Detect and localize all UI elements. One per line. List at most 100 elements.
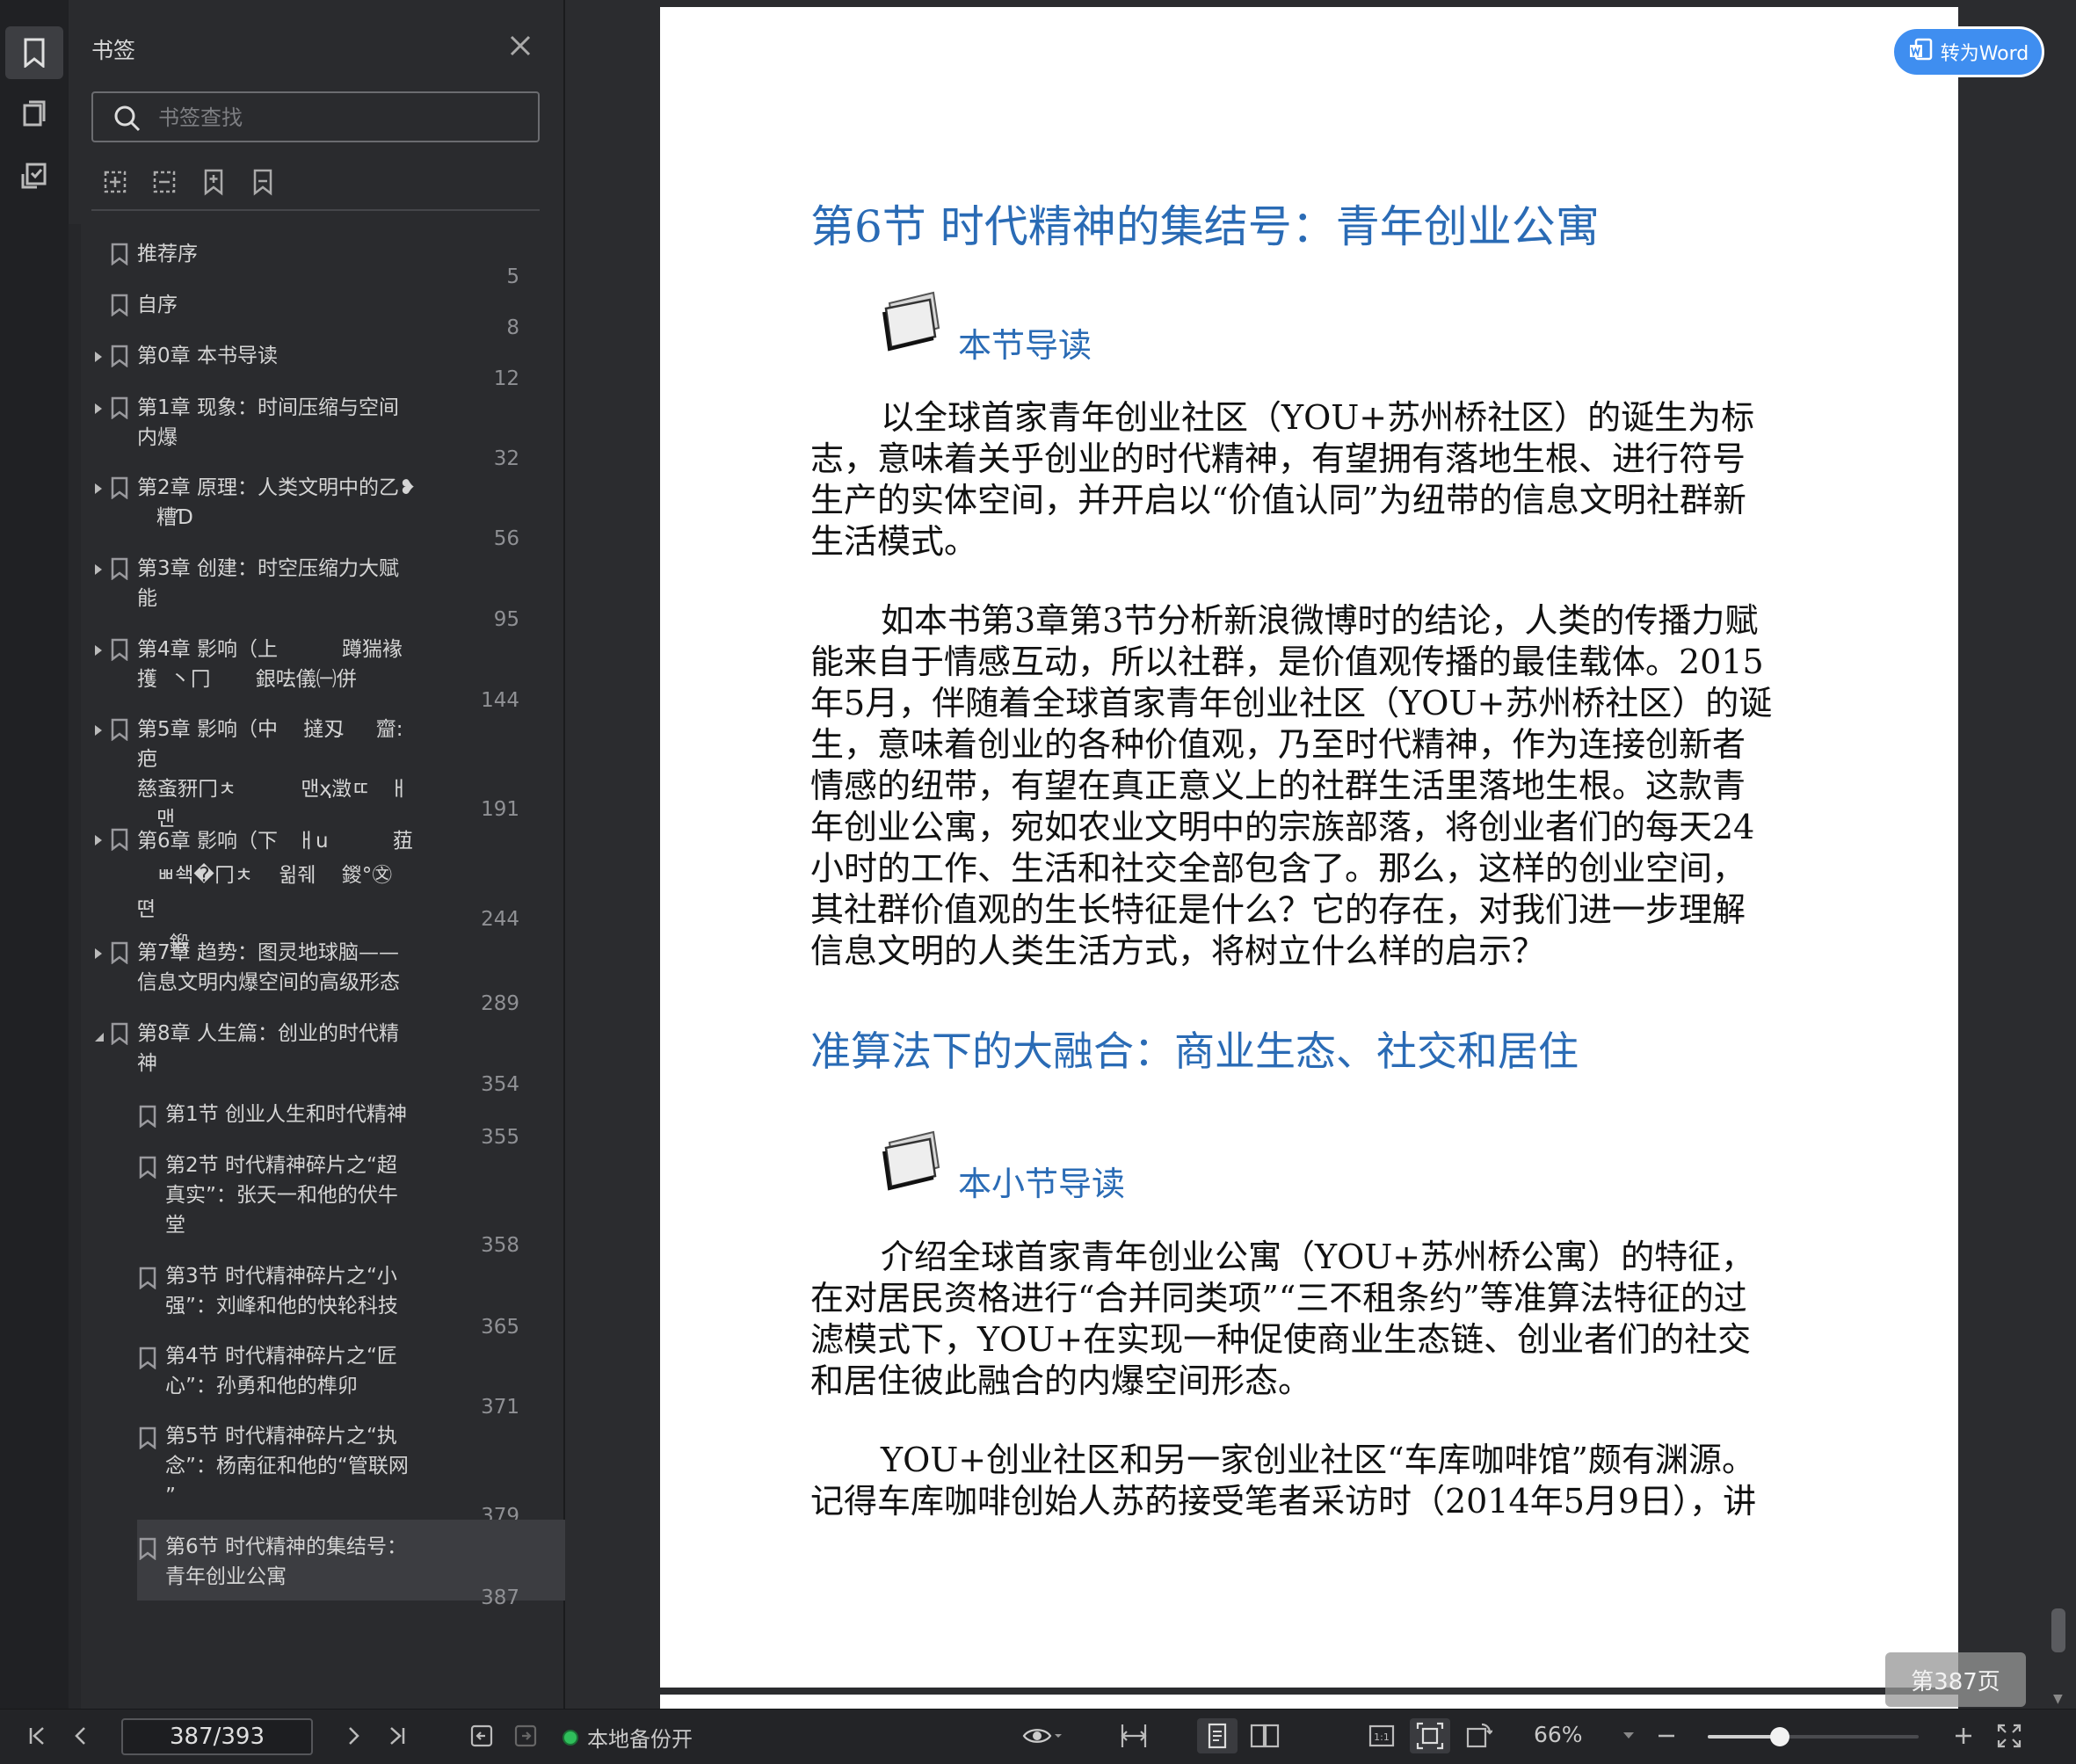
zoom-slider-handle[interactable] [1769, 1727, 1789, 1746]
bookmark-page: 244 [481, 908, 519, 931]
fullscreen-icon[interactable] [1990, 1718, 2029, 1753]
left-icon-rail [0, 0, 69, 1709]
actual-size-icon[interactable]: 1:1 [1362, 1718, 1401, 1753]
zoom-dropdown-icon[interactable] [1615, 1718, 1642, 1753]
bookmark-panel-icon[interactable] [5, 26, 63, 79]
bookmark-flag-icon [111, 828, 128, 852]
single-page-icon[interactable] [1197, 1718, 1238, 1753]
bookmark-icon[interactable] [248, 167, 279, 199]
expand-arrow-icon[interactable] [91, 350, 105, 364]
bookmark-flag-icon [111, 941, 128, 965]
bookmark-page: 56 [493, 527, 519, 550]
last-page-icon[interactable] [380, 1718, 415, 1753]
bookmark-flag-icon [139, 1156, 156, 1180]
bookmark-label: 第4节 时代精神碎片之“匠 心”：孙勇和他的榫卯 [165, 1345, 397, 1397]
expand-all-icon[interactable] [100, 167, 132, 199]
expand-arrow-icon[interactable] [91, 723, 105, 737]
text-line: 能来自于情感互动，所以社群，是价值观传播的最佳载体。2015 [810, 642, 1764, 681]
expand-arrow-icon[interactable] [91, 833, 105, 847]
panel-scrollbar[interactable] [69, 224, 81, 1710]
paragraph-1: 以全球首家青年创业社区（YOU+苏州桥社区）的诞生为标 志，意味着关乎创业的时代… [810, 397, 1821, 563]
collapse-all-icon[interactable] [149, 167, 181, 199]
text-line: 生产的实体空间，并开启以“价值认同”为纽带的信息文明社群新 [810, 481, 1746, 519]
bookmark-flag-icon [111, 243, 128, 266]
rotate-icon[interactable] [1459, 1718, 1498, 1753]
local-backup-status[interactable]: 本地备份开 [563, 1722, 693, 1753]
bookmark-page: 371 [481, 1396, 519, 1419]
next-page-icon[interactable] [336, 1718, 371, 1753]
text-line: 滤模式下，YOU+在实现一种促使商业生态链、创业者们的社交 [810, 1320, 1752, 1359]
eye-protection-icon[interactable] [1015, 1718, 1068, 1753]
fit-page-icon[interactable] [1410, 1718, 1450, 1753]
bookmark-page: 8 [506, 316, 519, 339]
double-page-icon[interactable] [1245, 1718, 1285, 1753]
bookmark-label: 第2节 时代精神碎片之“超 真实”：张天一和他的伏牛 堂 [165, 1154, 398, 1237]
collapse-arrow-icon[interactable] [91, 1029, 105, 1043]
convert-to-word-label: 转为Word [1940, 43, 2029, 65]
first-page-icon[interactable] [19, 1718, 54, 1753]
expand-arrow-icon[interactable] [91, 563, 105, 577]
close-icon[interactable] [504, 30, 536, 62]
bookmark-label: 第4章 影响（上 蹲猯褖 擭 丶冂 銀呿儀㈠併 [137, 638, 403, 691]
section-intro-label: 本节导读 [958, 326, 1092, 365]
thumbnail-panel-icon[interactable] [5, 88, 63, 141]
zoom-in-icon[interactable] [1946, 1718, 1981, 1753]
previous-page-icon[interactable] [63, 1718, 98, 1753]
bookmark-label: 自序 [137, 294, 178, 316]
book-icon [882, 1125, 953, 1192]
svg-text:1:1: 1:1 [1374, 1731, 1390, 1743]
expand-arrow-icon[interactable] [91, 402, 105, 416]
bookmark-page: 387 [481, 1586, 519, 1609]
text-line: 小时的工作、生活和社交全部包含了。那么，这样的创业空间， [810, 849, 1746, 888]
bookmark-label: 第0章 本书导读 [137, 345, 278, 367]
text-line: 在对居民资格进行“合并同类项”“三不租条约”等准算法特征的过 [810, 1279, 1747, 1318]
bookmark-label: 推荐序 [137, 243, 198, 265]
text-line: 情感的纽带，有望在真正意义上的社群生活里落地生根。这款青 [810, 766, 1746, 805]
page-number-input[interactable]: 387/393 [121, 1718, 313, 1755]
text-line: 记得车库咖啡创始人苏菂接受笔者采访时（2014年5月9日），讲 [810, 1482, 1757, 1521]
search-icon [113, 104, 142, 137]
page-width-icon[interactable] [1114, 1718, 1153, 1753]
bookmark-page: 358 [481, 1234, 519, 1257]
forward-icon[interactable] [508, 1718, 543, 1753]
document-scrollbar-thumb[interactable] [2051, 1608, 2065, 1652]
scroll-down-arrow-icon[interactable]: ▼ [2053, 1692, 2063, 1706]
zoom-out-icon[interactable] [1649, 1718, 1684, 1753]
divider [91, 209, 540, 211]
section-heading: 第6节 时代精神的集结号：青年创业公寓 [810, 201, 1600, 252]
bookmark-page: 12 [493, 367, 519, 390]
zoom-slider[interactable] [1708, 1727, 1919, 1746]
text-line: 年创业公寓，宛如农业文明中的宗族部落，将创业者们的每天24 [810, 808, 1755, 846]
expand-arrow-icon[interactable] [91, 947, 105, 961]
bookmark-page: 191 [481, 798, 519, 821]
bookmark-flag-icon [111, 718, 128, 742]
bookmark-label: 第7章 趋势：图灵地球脑—— 信息文明内爆空间的高级形态 [137, 941, 400, 994]
bookmark-search[interactable] [91, 91, 540, 142]
text-line: 生，意味着创业的各种价值观，乃至时代精神，作为连接创新者 [810, 725, 1746, 764]
back-icon[interactable] [464, 1718, 499, 1753]
bookmark-page: 5 [506, 265, 519, 288]
annotation-panel-icon[interactable] [5, 149, 63, 202]
bookmark-flag-icon [111, 294, 128, 317]
text-line: 如本书第3章第3节分析新浪微博时的结论，人类的传播力赋 [881, 601, 1759, 640]
expand-arrow-icon[interactable] [91, 482, 105, 496]
next-page-edge [660, 1695, 1958, 1709]
backup-label: 本地备份开 [587, 1727, 693, 1752]
bookmark-search-input[interactable] [156, 100, 529, 135]
bookmark-flag-icon [139, 1426, 156, 1450]
add-bookmark-icon[interactable] [199, 167, 230, 199]
bookmark-label: 第5节 时代精神碎片之“执 念”：杨南征和他的“管联网 ” [165, 1425, 409, 1507]
expand-arrow-icon[interactable] [91, 643, 105, 657]
bookmark-label: 第1节 创业人生和时代精神 [165, 1103, 407, 1126]
bookmark-panel: 书签 推荐序 5 自序 8 [69, 0, 570, 1710]
bookmark-flag-icon [139, 1537, 156, 1561]
bookmark-page: 144 [481, 689, 519, 712]
zoom-slider-fill [1708, 1735, 1780, 1739]
zoom-value[interactable]: 66% [1534, 1722, 1583, 1747]
text-line: 介绍全球首家青年创业公寓（YOU+苏州桥公寓）的特征， [881, 1238, 1755, 1276]
convert-to-word-button[interactable]: 转为Word [1891, 26, 2044, 77]
bookmark-flag-icon [139, 1267, 156, 1290]
bookmark-flag-icon [111, 557, 128, 581]
bookmark-page: 289 [481, 992, 519, 1015]
page-indicator: 第387页 [1885, 1652, 2026, 1707]
